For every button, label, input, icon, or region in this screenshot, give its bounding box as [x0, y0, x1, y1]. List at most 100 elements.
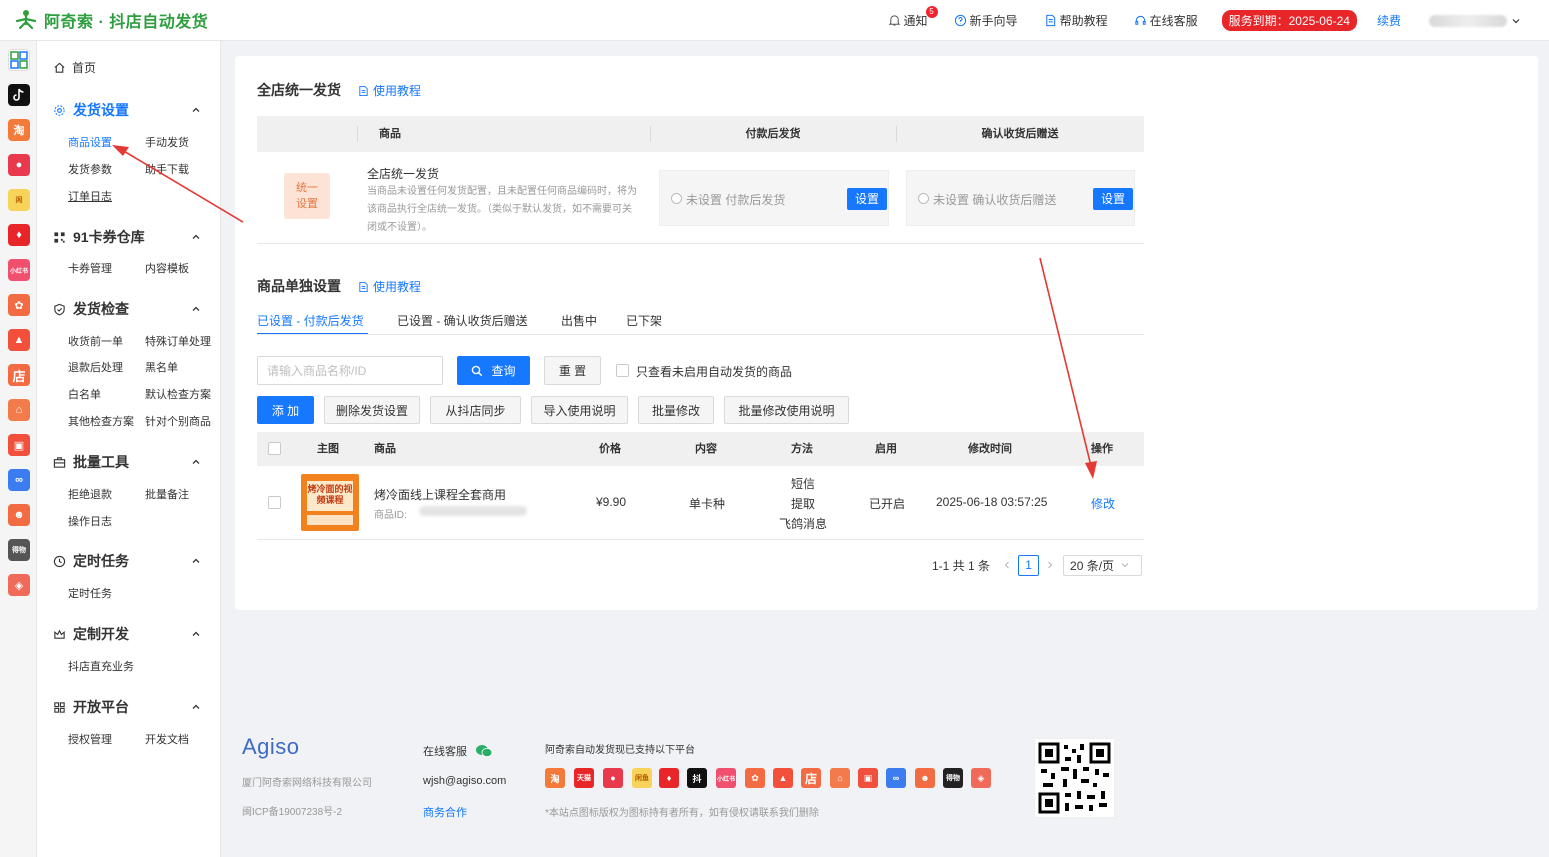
- youzan-platform-icon[interactable]: ▣: [8, 434, 30, 456]
- footer-business-link[interactable]: 商务合作: [423, 804, 467, 820]
- batch-edit-instructions-button[interactable]: 批量修改使用说明: [724, 396, 849, 424]
- unified-tutorial-link[interactable]: 使用教程: [358, 82, 421, 99]
- jd-platform-icon[interactable]: ♦: [8, 224, 30, 246]
- row-checkbox[interactable]: [268, 496, 281, 509]
- import-instructions-button[interactable]: 导入使用说明: [531, 396, 628, 424]
- delete-delivery-settings-button[interactable]: 删除发货设置: [324, 396, 420, 424]
- sidebar-home[interactable]: 首页: [53, 59, 96, 76]
- support-link[interactable]: 在线客服: [1134, 12, 1198, 29]
- radio-icon[interactable]: [671, 193, 682, 204]
- sidebar-item-default-check[interactable]: 默认检查方案: [145, 386, 211, 402]
- product-thumbnail[interactable]: 烤冷面的视频课程: [301, 474, 359, 531]
- grid-apps-icon[interactable]: [8, 49, 30, 71]
- sidebar-item-product-settings[interactable]: 商品设置: [68, 134, 112, 150]
- sidebar-item-delivery-params[interactable]: 发货参数: [68, 161, 112, 177]
- eleme-platform-icon[interactable]: ☻: [8, 504, 30, 526]
- sidebar-item-special-order[interactable]: 特殊订单处理: [145, 333, 211, 349]
- qr-grid-icon: [54, 231, 65, 243]
- chevron-up-icon[interactable]: [191, 232, 201, 242]
- after-confirm-set-button[interactable]: 设置: [1093, 188, 1134, 210]
- sidebar-item-authorization[interactable]: 授权管理: [68, 731, 112, 747]
- kuaishou-platform-icon[interactable]: ▲: [8, 329, 30, 351]
- chevron-up-icon[interactable]: [191, 105, 201, 115]
- meituan-platform-icon[interactable]: ✿: [8, 294, 30, 316]
- sidebar-item-manual-delivery[interactable]: 手动发货: [145, 134, 189, 150]
- sidebar-item-before-receipt[interactable]: 收货前一单: [68, 333, 123, 349]
- link-platform-icon[interactable]: ∞: [8, 469, 30, 491]
- sidebar-section-open-platform[interactable]: 开放平台: [53, 697, 129, 717]
- sidebar-item-blacklist[interactable]: 黑名单: [145, 359, 178, 375]
- chevron-left-icon[interactable]: [1002, 560, 1012, 570]
- xianyu-platform-icon[interactable]: 闲: [8, 189, 30, 211]
- sidebar-item-after-refund[interactable]: 退款后处理: [68, 359, 123, 375]
- tab-after-confirm[interactable]: 已设置 - 确认收货后赠送: [397, 312, 528, 329]
- thumbnail-strip: [307, 515, 353, 525]
- pagination-summary: 1-1 共 1 条: [932, 558, 991, 573]
- chevron-up-icon[interactable]: [191, 304, 201, 314]
- footer-icp[interactable]: 闽ICP备19007238号-2: [242, 803, 342, 818]
- tab-off-shelf[interactable]: 已下架: [626, 312, 662, 329]
- reset-button[interactable]: 重 置: [544, 356, 601, 385]
- sidebar-item-assistant-download[interactable]: 助手下载: [145, 161, 189, 177]
- query-button[interactable]: 查询: [457, 356, 530, 385]
- page-number-button[interactable]: 1: [1018, 554, 1040, 576]
- footer-email[interactable]: wjsh@agiso.com: [423, 775, 506, 787]
- add-button[interactable]: 添 加: [257, 396, 314, 424]
- chevron-right-icon[interactable]: [1045, 560, 1055, 570]
- footer-support[interactable]: 在线客服: [423, 743, 493, 759]
- sidebar-section-delivery-settings[interactable]: 发货设置: [53, 100, 129, 120]
- taobao-platform-icon[interactable]: 淘: [8, 119, 30, 141]
- sidebar-section-batch-tools[interactable]: 批量工具: [53, 452, 129, 472]
- sidebar-section-delivery-check[interactable]: 发货检查: [53, 299, 129, 319]
- product-name[interactable]: 烤冷面线上课程全套商用: [374, 486, 506, 503]
- sidebar-section-card-warehouse[interactable]: 91卡券仓库: [53, 227, 145, 247]
- batch-edit-button[interactable]: 批量修改: [638, 396, 714, 424]
- sidebar-item-operation-log[interactable]: 操作日志: [68, 513, 112, 529]
- douyin-platform-icon[interactable]: [8, 84, 30, 106]
- tab-after-payment[interactable]: 已设置 - 付款后发货: [257, 312, 364, 329]
- logo[interactable]: 阿奇索 · 抖店自动发货: [0, 8, 208, 32]
- single-tutorial-link[interactable]: 使用教程: [358, 278, 421, 295]
- sidebar-section-scheduled-tasks[interactable]: 定时任务: [53, 551, 129, 571]
- sidebar-section-custom-dev[interactable]: 定制开发: [53, 624, 129, 644]
- sidebar-item-refuse-refund[interactable]: 拒绝退款: [68, 486, 112, 502]
- guide-link[interactable]: 新手向导: [954, 12, 1018, 29]
- footer-shop-icon: 店: [801, 768, 821, 788]
- notice-link[interactable]: 通知 5: [888, 6, 938, 29]
- sidebar-item-order-log[interactable]: 订单日志: [68, 188, 112, 204]
- only-unenabled-checkbox[interactable]: [616, 364, 629, 377]
- sidebar-item-dev-docs[interactable]: 开发文档: [145, 731, 189, 747]
- shop-platform-icon[interactable]: 店: [8, 364, 30, 386]
- sidebar-item-card-management[interactable]: 卡券管理: [68, 260, 112, 276]
- bell-icon: [888, 15, 900, 26]
- after-payment-set-button[interactable]: 设置: [847, 188, 888, 210]
- sidebar-item-whitelist[interactable]: 白名单: [68, 386, 101, 402]
- other-platform-icon[interactable]: ◈: [8, 574, 30, 596]
- sidebar-item-scheduled-task[interactable]: 定时任务: [68, 585, 112, 601]
- chevron-up-icon[interactable]: [191, 702, 201, 712]
- select-all-checkbox[interactable]: [268, 442, 281, 455]
- help-link[interactable]: 帮助教程: [1044, 12, 1108, 29]
- user-menu[interactable]: [1429, 14, 1521, 27]
- xiaohongshu-platform-icon[interactable]: 小红书: [8, 259, 30, 281]
- unified-tag-line2: 设置: [296, 198, 318, 210]
- page-size-select[interactable]: 20 条/页: [1063, 554, 1143, 576]
- chevron-up-icon[interactable]: [191, 457, 201, 467]
- sidebar-item-other-check[interactable]: 其他检查方案: [68, 413, 134, 429]
- pinduoduo-platform-icon[interactable]: ●: [8, 154, 30, 176]
- radio-icon[interactable]: [918, 193, 929, 204]
- sidebar-item-batch-remark[interactable]: 批量备注: [145, 486, 189, 502]
- chevron-up-icon[interactable]: [191, 629, 201, 639]
- footer-support-label: 在线客服: [423, 746, 467, 758]
- sync-from-shop-button[interactable]: 从抖店同步: [430, 396, 521, 424]
- dewu-platform-icon[interactable]: 得物: [8, 539, 30, 561]
- sidebar-item-direct-recharge[interactable]: 抖店直充业务: [68, 658, 134, 674]
- sidebar-item-specific-product[interactable]: 针对个别商品: [145, 413, 211, 429]
- renew-link[interactable]: 续费: [1377, 12, 1401, 29]
- chevron-up-icon[interactable]: [191, 556, 201, 566]
- product-search-input[interactable]: [257, 356, 443, 385]
- sidebar-item-content-template[interactable]: 内容模板: [145, 260, 189, 276]
- edit-link[interactable]: 修改: [1091, 495, 1115, 512]
- weidian-platform-icon[interactable]: ⌂: [8, 399, 30, 421]
- tab-on-sale[interactable]: 出售中: [561, 312, 597, 329]
